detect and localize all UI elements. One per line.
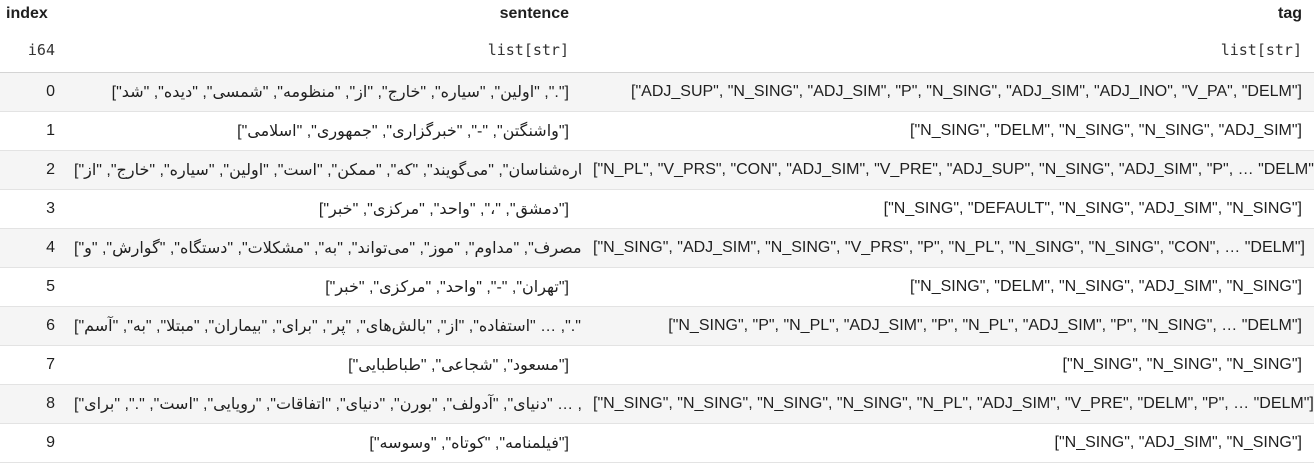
cell-sentence: ["دمشق", "،", "واحد", "مرکزی", "خبر"] (62, 189, 581, 229)
cell-sentence-text: [".", "اولین", "سیاره", "خارج", "از", "م… (111, 84, 569, 101)
cell-sentence: ["تهران", "-", "واحد", "مرکزی", "خبر"] (62, 267, 581, 307)
cell-sentence: ["واشنگتن", "-", "خبرگزاری", "جمهوری", "… (62, 111, 581, 151)
cell-index: 4 (0, 228, 62, 268)
cell-index: 5 (0, 267, 62, 307)
cell-index: 1 (0, 111, 62, 151)
header-row: index sentence tag (0, 0, 1314, 28)
cell-index: 8 (0, 384, 62, 424)
column-header-sentence[interactable]: sentence (62, 0, 581, 28)
dtype-sentence: list[str] (62, 28, 581, 73)
table-row: 7 ["مسعود", "شجاعی", "طباطبایی"] ["N_SIN… (0, 345, 1314, 385)
cell-tag: ["N_PL", "V_PRS", "CON", "ADJ_SIM", "V_P… (581, 150, 1314, 190)
cell-sentence: [".", … "مصرف", "مداوم", "موز", "می‌توان… (62, 228, 581, 268)
cell-index: 2 (0, 150, 62, 190)
dataframe-table: index sentence tag i64 list[str] list[st… (0, 0, 1314, 463)
table-row: 1 ["واشنگتن", "-", "خبرگزاری", "جمهوری",… (0, 111, 1314, 151)
column-header-index[interactable]: index (0, 0, 62, 28)
cell-tag: ["N_SING", "P", "N_PL", "ADJ_SIM", "P", … (581, 306, 1314, 346)
dtype-tag: list[str] (581, 28, 1314, 73)
cell-sentence: [".", … "ستاره‌شناسان", "می‌گویند", "که"… (62, 150, 581, 190)
dtype-row: i64 list[str] list[str] (0, 28, 1314, 73)
cell-tag: ["N_SING", "DELM", "N_SING", "ADJ_SIM", … (581, 267, 1314, 307)
table-row: 9 ["فیلمنامه", "کوتاه", "وسوسه"] ["N_SIN… (0, 423, 1314, 463)
cell-sentence: [".", "اولین", "سیاره", "خارج", "از", "م… (62, 72, 581, 112)
cell-sentence-text: ["مسعود", "شجاعی", "طباطبایی"] (348, 357, 569, 374)
table-row: 5 ["تهران", "-", "واحد", "مرکزی", "خبر"]… (0, 267, 1314, 307)
cell-index: 7 (0, 345, 62, 385)
cell-sentence-text: [".", … "استفاده", "از", "بالش‌های", "پر… (74, 318, 581, 335)
cell-tag: ["N_SING", "ADJ_SIM", "N_SING"] (581, 423, 1314, 463)
cell-sentence: [".", … "دنیای", "آدولف", "بورن", "دنیای… (62, 384, 581, 424)
cell-tag: ["N_SING", "DELM", "N_SING", "N_SING", "… (581, 111, 1314, 151)
cell-sentence-text: [".", … "مصرف", "مداوم", "موز", "می‌توان… (74, 240, 581, 257)
cell-index: 0 (0, 72, 62, 112)
cell-sentence-text: ["تهران", "-", "واحد", "مرکزی", "خبر"] (325, 279, 569, 296)
cell-tag: ["N_SING", "ADJ_SIM", "N_SING", "V_PRS",… (581, 228, 1314, 268)
cell-sentence: [".", … "استفاده", "از", "بالش‌های", "پر… (62, 306, 581, 346)
table-body: 0 [".", "اولین", "سیاره", "خارج", "از", … (0, 72, 1314, 463)
cell-sentence-text: ["واشنگتن", "-", "خبرگزاری", "جمهوری", "… (237, 123, 569, 140)
table-row: 4 [".", … "مصرف", "مداوم", "موز", "می‌تو… (0, 228, 1314, 268)
cell-tag: ["N_SING", "N_SING", "N_SING"] (581, 345, 1314, 385)
cell-sentence-text: ["فیلمنامه", "کوتاه", "وسوسه"] (369, 435, 569, 452)
cell-sentence: ["فیلمنامه", "کوتاه", "وسوسه"] (62, 423, 581, 463)
table-row: 0 [".", "اولین", "سیاره", "خارج", "از", … (0, 72, 1314, 112)
cell-sentence-text: [".", … "دنیای", "آدولف", "بورن", "دنیای… (74, 396, 581, 413)
cell-index: 6 (0, 306, 62, 346)
cell-sentence-text: ["دمشق", "،", "واحد", "مرکزی", "خبر"] (318, 201, 569, 218)
cell-sentence: ["مسعود", "شجاعی", "طباطبایی"] (62, 345, 581, 385)
cell-tag: ["N_SING", "DEFAULT", "N_SING", "ADJ_SIM… (581, 189, 1314, 229)
cell-index: 3 (0, 189, 62, 229)
table-row: 8 [".", … "دنیای", "آدولف", "بورن", "دنی… (0, 384, 1314, 424)
table-header: index sentence tag i64 list[str] list[st… (0, 0, 1314, 73)
cell-index: 9 (0, 423, 62, 463)
cell-tag: ["N_SING", "N_SING", "N_SING", "N_SING",… (581, 384, 1314, 424)
dtype-index: i64 (0, 28, 62, 73)
column-header-tag[interactable]: tag (581, 0, 1314, 28)
cell-tag: ["ADJ_SUP", "N_SING", "ADJ_SIM", "P", "N… (581, 72, 1314, 112)
table-row: 6 [".", … "استفاده", "از", "بالش‌های", "… (0, 306, 1314, 346)
table-row: 2 [".", … "ستاره‌شناسان", "می‌گویند", "ک… (0, 150, 1314, 190)
table-row: 3 ["دمشق", "،", "واحد", "مرکزی", "خبر"] … (0, 189, 1314, 229)
cell-sentence-text: [".", … "ستاره‌شناسان", "می‌گویند", "که"… (74, 162, 581, 179)
